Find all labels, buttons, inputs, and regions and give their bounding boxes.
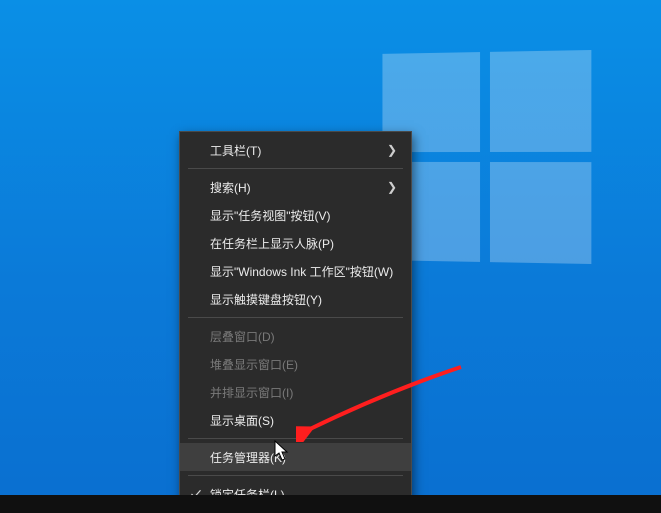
menu-item-show-touch-keyboard[interactable]: 显示触摸键盘按钮(Y) <box>180 285 411 313</box>
menu-separator <box>188 475 403 476</box>
menu-item-label: 搜索(H) <box>210 179 387 196</box>
menu-item-label: 显示"任务视图"按钮(V) <box>210 207 397 224</box>
menu-separator <box>188 317 403 318</box>
menu-item-label: 显示"Windows Ink 工作区"按钮(W) <box>210 263 397 280</box>
menu-separator <box>188 438 403 439</box>
menu-separator <box>188 168 403 169</box>
menu-item-show-desktop[interactable]: 显示桌面(S) <box>180 406 411 434</box>
menu-item-label: 显示触摸键盘按钮(Y) <box>210 291 397 308</box>
taskbar-context-menu: 工具栏(T) ❯ 搜索(H) ❯ 显示"任务视图"按钮(V) 在任务栏上显示人脉… <box>179 131 412 513</box>
menu-item-side-by-side: 并排显示窗口(I) <box>180 378 411 406</box>
chevron-right-icon: ❯ <box>387 180 397 194</box>
menu-item-toolbars[interactable]: 工具栏(T) ❯ <box>180 136 411 164</box>
chevron-right-icon: ❯ <box>387 143 397 157</box>
menu-item-show-people[interactable]: 在任务栏上显示人脉(P) <box>180 229 411 257</box>
menu-item-cascade: 层叠窗口(D) <box>180 322 411 350</box>
menu-item-stacked: 堆叠显示窗口(E) <box>180 350 411 378</box>
menu-item-label: 层叠窗口(D) <box>210 328 397 345</box>
taskbar[interactable] <box>0 495 661 513</box>
menu-item-label: 显示桌面(S) <box>210 412 397 429</box>
desktop[interactable]: 工具栏(T) ❯ 搜索(H) ❯ 显示"任务视图"按钮(V) 在任务栏上显示人脉… <box>0 0 661 513</box>
menu-item-show-ink[interactable]: 显示"Windows Ink 工作区"按钮(W) <box>180 257 411 285</box>
menu-item-label: 在任务栏上显示人脉(P) <box>210 235 397 252</box>
windows-logo <box>382 50 591 264</box>
menu-item-label: 并排显示窗口(I) <box>210 384 397 401</box>
menu-item-task-manager[interactable]: 任务管理器(K) <box>180 443 411 471</box>
menu-item-search[interactable]: 搜索(H) ❯ <box>180 173 411 201</box>
menu-item-label: 堆叠显示窗口(E) <box>210 356 397 373</box>
menu-item-label: 任务管理器(K) <box>210 449 397 466</box>
menu-item-label: 工具栏(T) <box>210 142 387 159</box>
menu-item-show-task-view[interactable]: 显示"任务视图"按钮(V) <box>180 201 411 229</box>
